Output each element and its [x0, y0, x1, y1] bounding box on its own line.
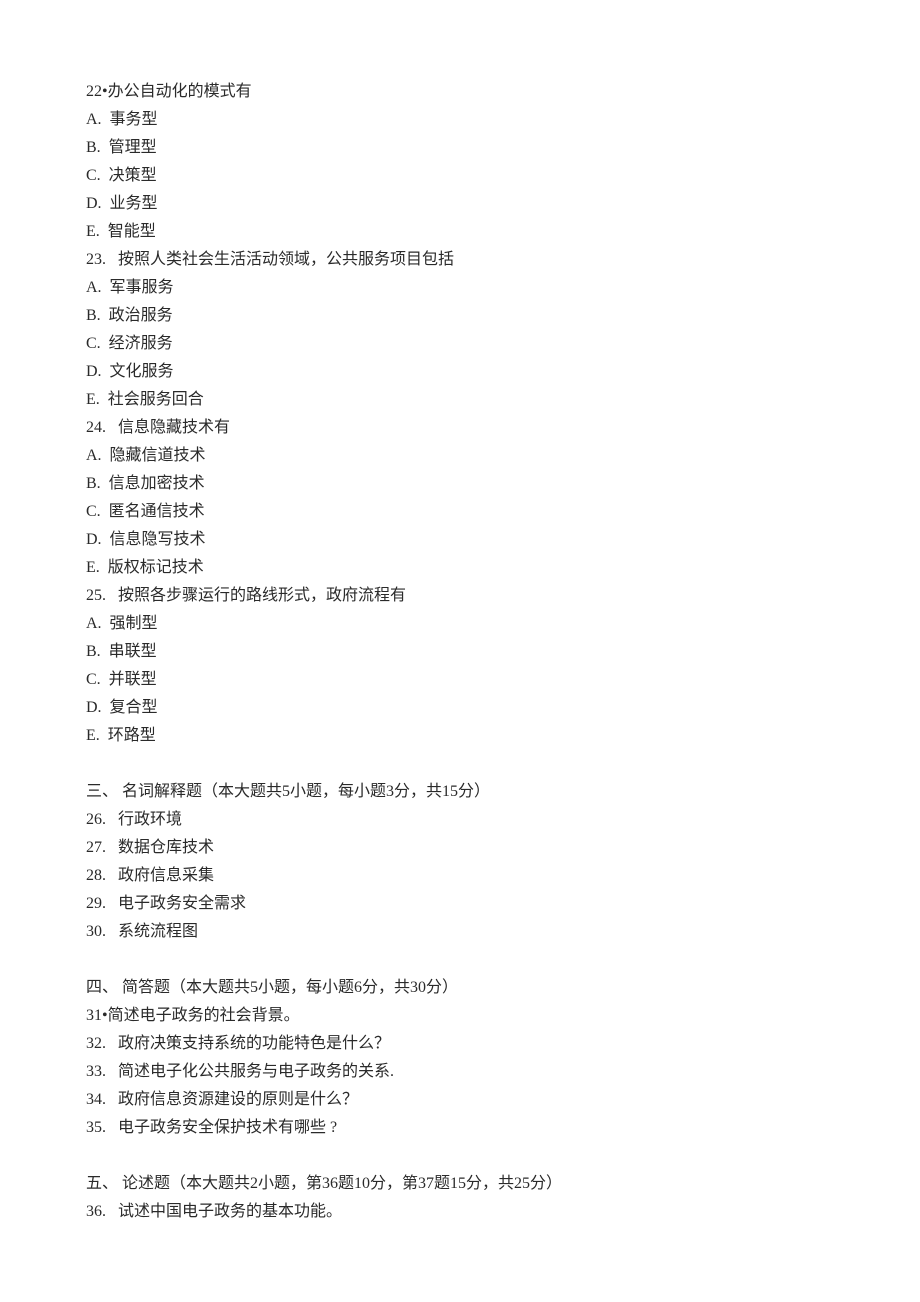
question-prompt: 24. 信息隐藏技术有	[86, 414, 834, 442]
term-item: 29. 电子政务安全需求	[86, 890, 834, 918]
spacer	[86, 750, 834, 778]
question-option: B. 串联型	[86, 638, 834, 666]
question-option: C. 经济服务	[86, 330, 834, 358]
section-heading: 五、 论述题（本大题共2小题，第36题10分，第37题15分，共25分）	[86, 1170, 834, 1198]
question-option: E. 版权标记技术	[86, 554, 834, 582]
term-item: 30. 系统流程图	[86, 918, 834, 946]
short-answer-item: 35. 电子政务安全保护技术有哪些 ?	[86, 1114, 834, 1142]
document-page: 22•办公自动化的模式有 A. 事务型 B. 管理型 C. 决策型 D. 业务型…	[0, 0, 920, 1302]
short-answer-item: 32. 政府决策支持系统的功能特色是什么？	[86, 1030, 834, 1058]
essay-item: 36. 试述中国电子政务的基本功能。	[86, 1198, 834, 1226]
question-option: E. 社会服务回合	[86, 386, 834, 414]
question-option: E. 智能型	[86, 218, 834, 246]
section-heading: 四、 简答题（本大题共5小题，每小题6分，共30分）	[86, 974, 834, 1002]
question-option: B. 信息加密技术	[86, 470, 834, 498]
term-item: 26. 行政环境	[86, 806, 834, 834]
question-prompt: 25. 按照各步骤运行的路线形式，政府流程有	[86, 582, 834, 610]
question-option: A. 军事服务	[86, 274, 834, 302]
spacer	[86, 946, 834, 974]
spacer	[86, 1142, 834, 1170]
question-option: C. 决策型	[86, 162, 834, 190]
question-option: D. 复合型	[86, 694, 834, 722]
question-prompt: 22•办公自动化的模式有	[86, 78, 834, 106]
term-item: 28. 政府信息采集	[86, 862, 834, 890]
short-answer-item: 33. 简述电子化公共服务与电子政务的关系.	[86, 1058, 834, 1086]
question-option: D. 文化服务	[86, 358, 834, 386]
question-prompt: 23. 按照人类社会生活活动领域，公共服务项目包括	[86, 246, 834, 274]
question-option: A. 隐藏信道技术	[86, 442, 834, 470]
question-option: E. 环路型	[86, 722, 834, 750]
term-item: 27. 数据仓库技术	[86, 834, 834, 862]
question-option: D. 信息隐写技术	[86, 526, 834, 554]
question-option: B. 政治服务	[86, 302, 834, 330]
question-option: C. 匿名通信技术	[86, 498, 834, 526]
question-option: B. 管理型	[86, 134, 834, 162]
short-answer-item: 31•简述电子政务的社会背景。	[86, 1002, 834, 1030]
question-option: D. 业务型	[86, 190, 834, 218]
section-heading: 三、 名词解释题（本大题共5小题，每小题3分，共15分）	[86, 778, 834, 806]
question-option: A. 强制型	[86, 610, 834, 638]
short-answer-item: 34. 政府信息资源建设的原则是什么？	[86, 1086, 834, 1114]
question-option: A. 事务型	[86, 106, 834, 134]
question-option: C. 并联型	[86, 666, 834, 694]
